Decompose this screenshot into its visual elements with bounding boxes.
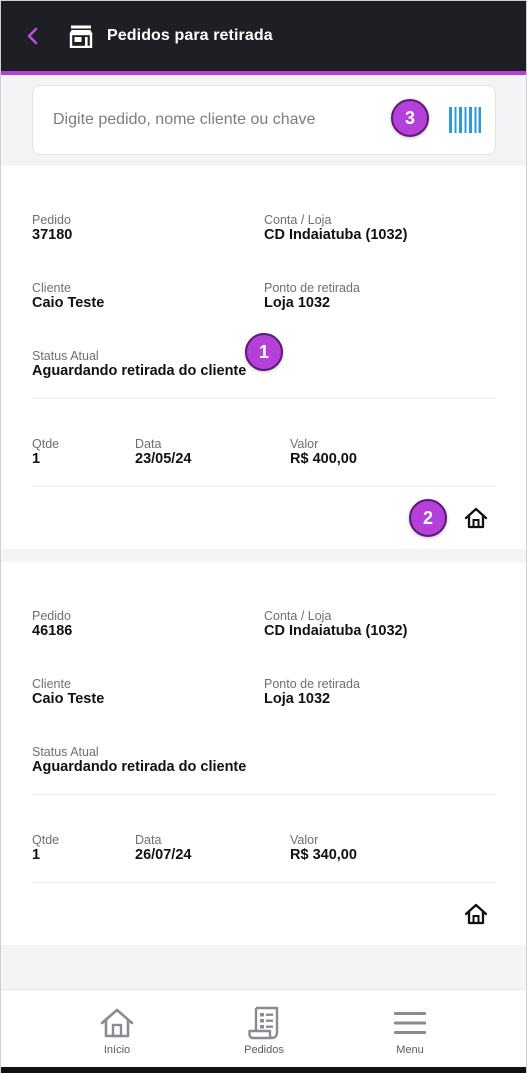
bottom-navigation: Início Pedidos Menu	[1, 989, 526, 1067]
cliente-value: Caio Teste	[32, 691, 105, 707]
status-value: Aguardando retirada do cliente	[32, 759, 247, 775]
pedido-label: Pedido	[32, 609, 71, 623]
divider	[32, 882, 496, 883]
receipt-icon	[248, 1006, 279, 1040]
app-frame: Pedidos para retirada Digite pedido, nom…	[0, 0, 527, 1073]
nav-label-menu: Menu	[396, 1044, 424, 1056]
annotation-marker-2: 2	[409, 499, 447, 537]
pickup-home-button[interactable]	[461, 503, 491, 533]
home-icon	[464, 507, 488, 529]
data-label: Data	[135, 833, 162, 847]
back-button[interactable]	[1, 3, 65, 69]
status-value: Aguardando retirada do cliente	[32, 363, 247, 379]
order-row-client: Cliente Caio Teste Ponto de retirada Loj…	[32, 677, 496, 717]
nav-item-menu[interactable]: Menu	[355, 990, 465, 1068]
ponto-value: Loja 1032	[264, 691, 331, 707]
cliente-label: Cliente	[32, 677, 71, 691]
menu-icon	[394, 1012, 426, 1034]
page-title: Pedidos para retirada	[107, 27, 273, 44]
qtde-value: 1	[32, 847, 41, 863]
qtde-label: Qtde	[32, 833, 60, 847]
app-header: Pedidos para retirada	[1, 1, 526, 71]
cliente-label: Cliente	[32, 281, 71, 295]
valor-label: Valor	[290, 833, 319, 847]
home-icon	[464, 903, 488, 925]
pedido-value: 37180	[32, 227, 73, 243]
system-bottom-bar	[1, 1067, 526, 1073]
conta-value: CD Indaiatuba (1032)	[264, 623, 408, 639]
order-row-summary: Qtde 1 Data 26/07/24 Valor R$ 340,00	[32, 833, 496, 873]
ponto-label: Ponto de retirada	[264, 281, 360, 295]
conta-label: Conta / Loja	[264, 213, 332, 227]
pedido-value: 46186	[32, 623, 73, 639]
home-icon	[100, 1008, 134, 1038]
barcode-icon	[449, 107, 481, 133]
data-value: 26/07/24	[135, 847, 192, 863]
chevron-left-icon	[27, 27, 38, 45]
data-label: Data	[135, 437, 162, 451]
ponto-value: Loja 1032	[264, 295, 331, 311]
barcode-scan-button[interactable]	[447, 104, 483, 136]
order-card[interactable]: Pedido 46186 Conta / Loja CD Indaiatuba …	[1, 562, 526, 945]
valor-value: R$ 340,00	[290, 847, 357, 863]
order-row-summary: Qtde 1 Data 23/05/24 Valor R$ 400,00	[32, 437, 496, 477]
order-row-ids: Pedido 46186 Conta / Loja CD Indaiatuba …	[32, 609, 496, 649]
divider	[32, 398, 496, 399]
search-input[interactable]	[53, 111, 383, 129]
divider	[32, 794, 496, 795]
order-row-ids: Pedido 37180 Conta / Loja CD Indaiatuba …	[32, 213, 496, 253]
conta-label: Conta / Loja	[264, 609, 332, 623]
nav-label-pedidos: Pedidos	[244, 1044, 284, 1056]
valor-value: R$ 400,00	[290, 451, 357, 467]
data-value: 23/05/24	[135, 451, 192, 467]
annotation-marker-3: 3	[391, 99, 429, 137]
pedido-label: Pedido	[32, 213, 71, 227]
status-label: Status Atual	[32, 745, 99, 759]
pickup-home-button[interactable]	[461, 899, 491, 929]
nav-item-inicio[interactable]: Início	[62, 990, 172, 1068]
cliente-value: Caio Teste	[32, 295, 105, 311]
qtde-value: 1	[32, 451, 41, 467]
ponto-label: Ponto de retirada	[264, 677, 360, 691]
valor-label: Valor	[290, 437, 319, 451]
order-row-status: Status Atual Aguardando retirada do clie…	[32, 745, 496, 785]
qtde-label: Qtde	[32, 437, 60, 451]
order-card[interactable]: Pedido 37180 Conta / Loja CD Indaiatuba …	[1, 166, 526, 549]
nav-label-inicio: Início	[103, 1044, 131, 1056]
annotation-marker-1: 1	[245, 333, 283, 371]
nav-item-pedidos[interactable]: Pedidos	[209, 990, 319, 1068]
conta-value: CD Indaiatuba (1032)	[264, 227, 408, 243]
order-row-client: Cliente Caio Teste Ponto de retirada Loj…	[32, 281, 496, 321]
divider	[32, 486, 496, 487]
store-icon	[67, 22, 95, 50]
search-section: 3	[1, 75, 526, 165]
status-label: Status Atual	[32, 349, 99, 363]
